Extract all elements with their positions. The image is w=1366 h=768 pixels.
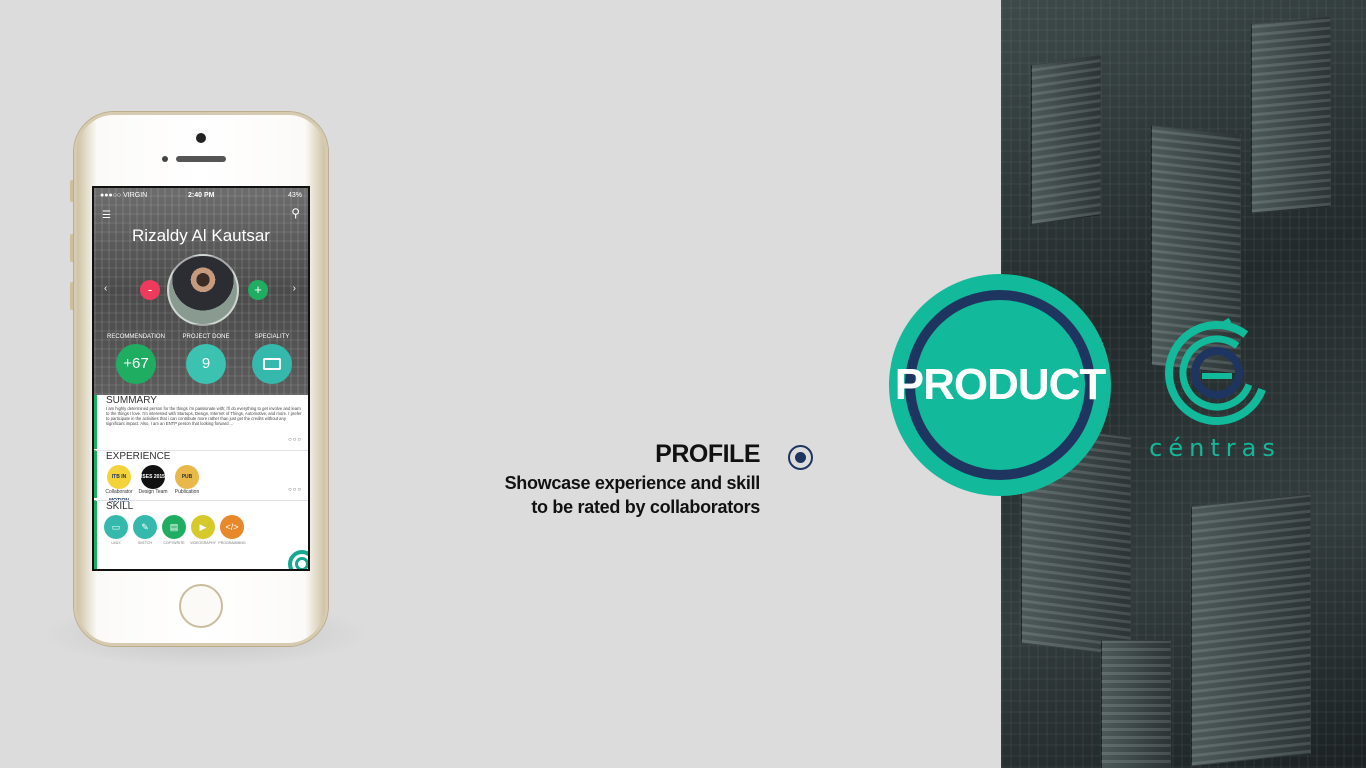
experience-label: Collaborator bbox=[105, 489, 133, 495]
skill-item[interactable]: ✎ SKETCH bbox=[131, 515, 159, 545]
search-icon[interactable]: ⚲ bbox=[291, 206, 300, 220]
code-icon: </> bbox=[220, 515, 244, 539]
feature-description-line: to be rated by collaborators bbox=[531, 497, 760, 517]
downvote-button[interactable]: - bbox=[140, 280, 160, 300]
skill-label: SKETCH bbox=[137, 541, 153, 545]
experience-item[interactable]: ITB IN MOTION Collaborator bbox=[102, 465, 136, 504]
recommendation-count[interactable]: +67 bbox=[116, 344, 156, 384]
feature-description-line: Showcase experience and skill bbox=[504, 473, 761, 493]
earpiece-speaker bbox=[176, 156, 226, 162]
monitor-icon bbox=[263, 358, 281, 371]
skill-item[interactable]: ▤ COPYWRITE bbox=[160, 515, 188, 545]
stat-label-project-done: PROJECT DONE bbox=[182, 334, 230, 340]
building-shape bbox=[1191, 493, 1311, 767]
clock-text: 2:40 PM bbox=[188, 192, 215, 199]
bullet-dot bbox=[795, 452, 806, 463]
skill-label: UI/UX bbox=[111, 541, 121, 545]
summary-text: I am highly determined person for the th… bbox=[106, 406, 302, 426]
upvote-button[interactable]: + bbox=[248, 280, 268, 300]
status-bar: ●●●○○ VIRGIN 2:40 PM 43% bbox=[100, 192, 302, 202]
experience-item[interactable]: PUB Publication bbox=[170, 465, 204, 495]
experience-more-icon[interactable]: ○○○ bbox=[288, 487, 302, 493]
experience-logo: PUB bbox=[175, 465, 199, 489]
profile-name: Rizaldy Al Kautsar bbox=[132, 226, 270, 245]
skill-section: SKILL ▭ UI/UX ✎ SKETCH ▤ COPYWRITE ▶ VID… bbox=[94, 500, 308, 569]
video-icon: ▶ bbox=[191, 515, 215, 539]
experience-label: Publication bbox=[174, 489, 200, 495]
product-badge-inner-ring: PRODUCT bbox=[895, 290, 1106, 480]
skill-item[interactable]: ▭ UI/UX bbox=[102, 515, 130, 545]
building-shape bbox=[1101, 640, 1171, 768]
battery-text: 43% bbox=[287, 192, 302, 199]
product-label: PRODUCT bbox=[894, 360, 1107, 409]
project-done-count[interactable]: 9 bbox=[186, 344, 226, 384]
skill-title: SKILL bbox=[106, 501, 134, 512]
building-shape bbox=[1251, 16, 1331, 214]
phone-screen: ●●●○○ VIRGIN 2:40 PM 43% ☰ ⚲ Rizaldy Al … bbox=[92, 186, 310, 571]
next-profile-icon[interactable]: › bbox=[293, 283, 296, 294]
feature-description: Showcase experience and skill to be rate… bbox=[504, 471, 761, 519]
avatar bbox=[167, 254, 239, 326]
experience-section: EXPERIENCE ITB IN MOTION Collaborator IS… bbox=[94, 450, 308, 504]
stat-label-speciality: SPECIALITY bbox=[254, 334, 290, 340]
summary-title: SUMMARY bbox=[106, 395, 157, 406]
brand-name: céntras bbox=[1149, 434, 1281, 462]
carrier-text: ●●●○○ VIRGIN bbox=[100, 192, 148, 199]
skill-item[interactable]: </> PROGRAMMING bbox=[218, 515, 246, 545]
summary-section: SUMMARY I am highly determined person fo… bbox=[94, 395, 308, 449]
skill-item[interactable]: ▶ VIDEOGRAPHY bbox=[189, 515, 217, 545]
skill-label: VIDEOGRAPHY bbox=[190, 541, 216, 545]
building-shape bbox=[1031, 55, 1101, 225]
skill-label: COPYWRITE bbox=[163, 541, 185, 545]
document-icon: ▤ bbox=[162, 515, 186, 539]
experience-label: Design Team bbox=[138, 489, 168, 495]
experience-logo: ITB IN MOTION bbox=[107, 465, 131, 504]
previous-profile-icon[interactable]: ‹ bbox=[104, 283, 107, 294]
home-button bbox=[179, 584, 223, 628]
monitor-icon: ▭ bbox=[104, 515, 128, 539]
front-camera-icon bbox=[196, 133, 206, 143]
skill-label: PROGRAMMING bbox=[218, 541, 246, 545]
product-badge: PRODUCT bbox=[889, 274, 1111, 496]
feature-title: PROFILE bbox=[655, 440, 760, 468]
centras-logo bbox=[1165, 318, 1269, 425]
pen-icon: ✎ bbox=[133, 515, 157, 539]
sensor-icon bbox=[162, 156, 168, 162]
experience-logo: ISES 2015 bbox=[141, 465, 165, 489]
speciality-badge[interactable] bbox=[252, 344, 292, 384]
experience-title: EXPERIENCE bbox=[106, 451, 171, 462]
experience-item[interactable]: ISES 2015 Design Team bbox=[136, 465, 170, 495]
summary-more-icon[interactable]: ○○○ bbox=[288, 437, 302, 443]
menu-icon[interactable]: ☰ bbox=[102, 210, 114, 221]
floating-action-button[interactable] bbox=[288, 550, 308, 569]
feature-bullet-icon bbox=[788, 445, 813, 470]
profile-header: ●●●○○ VIRGIN 2:40 PM 43% ☰ ⚲ Rizaldy Al … bbox=[94, 188, 308, 395]
stat-label-recommendation: RECOMMENDATION bbox=[107, 334, 165, 340]
